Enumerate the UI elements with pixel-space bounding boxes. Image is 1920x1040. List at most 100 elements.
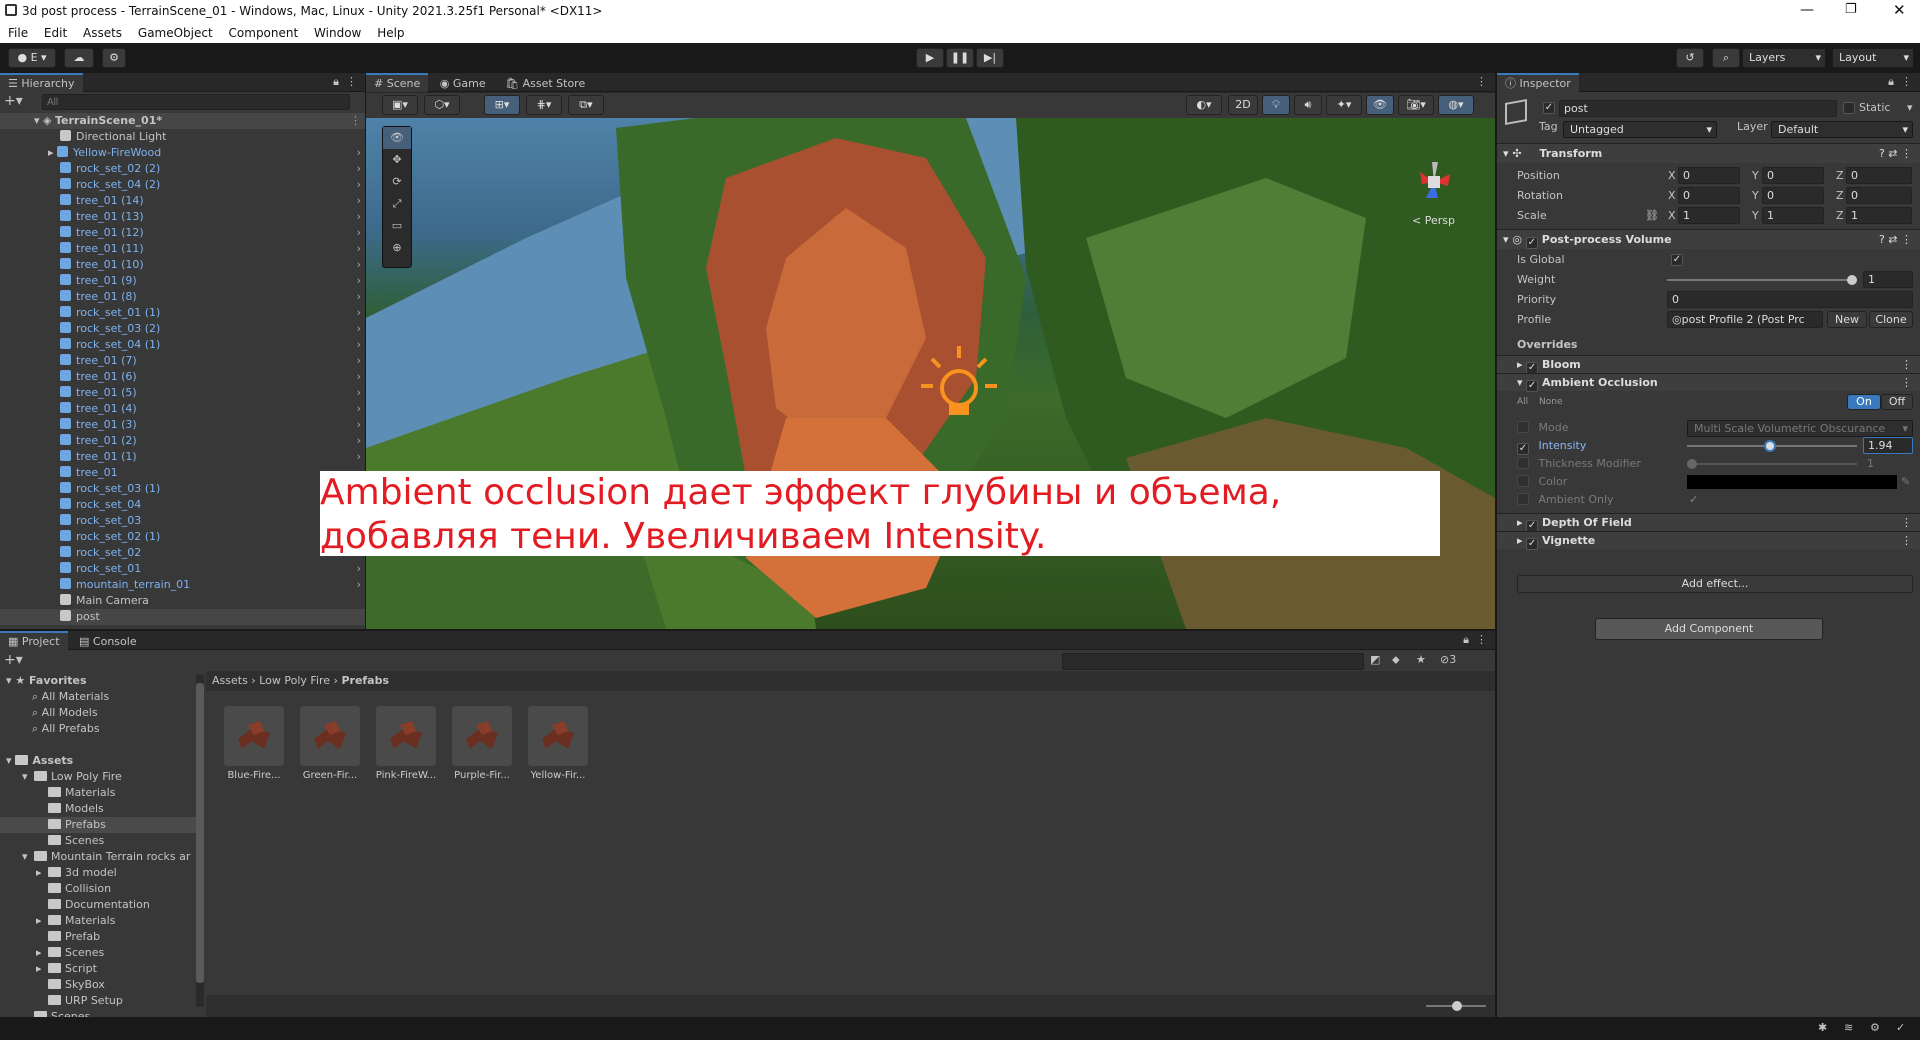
create-button[interactable]: +▾ [4, 93, 23, 109]
open-prefab-icon[interactable]: › [357, 241, 361, 257]
folder-tree-scrollbar[interactable] [196, 675, 204, 1007]
thickness-override-checkbox[interactable] [1517, 457, 1529, 469]
hierarchy-item[interactable]: rock_set_04 (1) › [0, 337, 365, 353]
close-icon[interactable]: ✕ [1893, 1, 1906, 19]
tab-project[interactable]: ▦ Project [0, 631, 68, 650]
view-tool-icon[interactable]: 👁︎ [383, 127, 411, 149]
folder-item[interactable]: Collision [0, 881, 196, 897]
folder-item[interactable]: SkyBox [0, 977, 196, 993]
grid-icon[interactable]: ⋕▾ [526, 95, 562, 115]
open-prefab-icon[interactable]: › [357, 385, 361, 401]
asset-tile[interactable]: Purple-Fir... [450, 706, 514, 781]
orientation-gizmo-icon[interactable] [1406, 154, 1462, 210]
menu-window[interactable]: Window [314, 26, 361, 40]
hierarchy-item[interactable]: tree_01 (14) › [0, 193, 365, 209]
visibility-icon[interactable]: 👁︎ [1366, 95, 1394, 115]
intensity-slider-handle[interactable] [1764, 440, 1777, 452]
rect-tool-icon[interactable]: ▭ [383, 215, 411, 237]
ao-on-button[interactable]: On [1847, 394, 1881, 410]
search-by-label-icon[interactable]: ⬥ [1392, 653, 1400, 667]
thickness-value[interactable]: 1 [1867, 455, 1874, 473]
ao-off-button[interactable]: Off [1881, 394, 1913, 410]
layout-dropdown[interactable]: Layout ▾ [1832, 48, 1914, 68]
favorites-row[interactable]: ▾ ★ Favorites [0, 673, 196, 689]
intensity-field[interactable]: 1.94 [1863, 437, 1913, 454]
hierarchy-item[interactable]: ▸ Yellow-FireWood › [0, 145, 365, 161]
hierarchy-item[interactable]: rock_set_02 (2) › [0, 161, 365, 177]
fav-all-models[interactable]: ⌕ All Models [0, 705, 196, 721]
open-prefab-icon[interactable]: › [357, 225, 361, 241]
project-search-input[interactable] [1062, 653, 1364, 670]
ppv-header[interactable]: ▾ ◎ ✓ Post-process Volume ? ⇄ ⋮ [1497, 229, 1920, 249]
open-prefab-icon[interactable]: › [357, 289, 361, 305]
account-button[interactable]: ● E ▾ [8, 48, 56, 68]
mode-override-checkbox[interactable] [1517, 421, 1529, 433]
hierarchy-item[interactable]: tree_01 (4) › [0, 401, 365, 417]
folder-item[interactable]: ▸ 3d model [0, 865, 196, 881]
menu-file[interactable]: File [8, 26, 28, 40]
favorite-star-icon[interactable]: ★ [1416, 653, 1426, 666]
weight-slider[interactable] [1667, 279, 1857, 281]
open-prefab-icon[interactable]: › [357, 449, 361, 465]
bloom-header[interactable]: ▸ ✓ Bloom ⋮ [1497, 355, 1920, 374]
transform-header[interactable]: ▾ ✣ Transform ? ⇄ ⋮ [1497, 143, 1920, 163]
folder-item[interactable]: ▸ Script [0, 961, 196, 977]
hierarchy-search-input[interactable] [42, 94, 350, 110]
hierarchy-item[interactable]: tree_01› [0, 465, 365, 481]
open-prefab-icon[interactable]: › [357, 417, 361, 433]
search-icon[interactable]: ⌕ [1712, 48, 1740, 68]
zoom-slider-handle[interactable] [1452, 1001, 1462, 1011]
stack-icon[interactable]: ≋ [1844, 1021, 1853, 1034]
menu-assets[interactable]: Assets [83, 26, 122, 40]
active-checkbox[interactable]: ✓ [1543, 102, 1555, 114]
more-icon[interactable]: ⋮ [346, 75, 357, 88]
open-prefab-icon[interactable]: › [357, 257, 361, 273]
open-prefab-icon[interactable]: › [357, 337, 361, 353]
lock-icon[interactable]: 🔒︎ [333, 75, 339, 89]
assets-row[interactable]: ▾ Assets [0, 753, 196, 769]
hierarchy-item[interactable]: rock_set_04› [0, 497, 365, 513]
menu-help[interactable]: Help [377, 26, 404, 40]
hierarchy-item[interactable]: rock_set_02 (1)› [0, 529, 365, 545]
profile-new-button[interactable]: New [1827, 311, 1867, 328]
minimize-icon[interactable]: — [1800, 2, 1814, 18]
inspector-more-icon[interactable]: ⋮ [1901, 75, 1912, 88]
audio-icon[interactable]: 🔊︎ [1294, 95, 1322, 115]
breadcrumb-low-poly-fire[interactable]: Low Poly Fire [259, 674, 330, 687]
open-prefab-icon[interactable]: › [357, 561, 361, 577]
menu-edit[interactable]: Edit [44, 26, 67, 40]
increment-snap-icon[interactable]: ⧉▾ [568, 95, 604, 115]
hierarchy-item[interactable]: tree_01 (10) › [0, 257, 365, 273]
object-name-field[interactable]: post [1559, 100, 1837, 117]
open-prefab-icon[interactable]: › [357, 353, 361, 369]
breadcrumb-assets[interactable]: Assets [212, 674, 248, 687]
folder-item[interactable]: Prefabs [0, 817, 196, 833]
hierarchy-item[interactable]: post [0, 609, 365, 625]
color-override-checkbox[interactable] [1517, 475, 1529, 487]
hierarchy-item[interactable]: tree_01 (3) › [0, 417, 365, 433]
position-z[interactable]: 0 [1846, 167, 1912, 184]
asset-tile[interactable]: Pink-FireW... [374, 706, 438, 781]
tab-asset-store[interactable]: 🛍︎ Asset Store [497, 75, 593, 94]
tab-hierarchy[interactable]: ☰ Hierarchy [0, 73, 83, 92]
position-y[interactable]: 0 [1762, 167, 1824, 184]
profile-field[interactable]: ◎post Profile 2 (Post Prc [1667, 311, 1823, 328]
scene-row[interactable]: ▾ ◈ TerrainScene_01* ⋮ [0, 113, 365, 129]
maximize-icon[interactable]: ❐ [1845, 2, 1857, 17]
tab-console[interactable]: ▤ Console [71, 633, 145, 652]
tag-dropdown[interactable]: Untagged ▾ [1563, 121, 1717, 138]
shading-icon[interactable]: ⬡▾ [424, 95, 460, 115]
static-checkbox[interactable] [1843, 102, 1855, 114]
intensity-override-checkbox[interactable]: ✓ [1517, 443, 1529, 455]
grid-snap-icon[interactable]: ⊞▾ [484, 95, 520, 115]
hierarchy-item[interactable]: rock_set_02› [0, 545, 365, 561]
hierarchy-item[interactable]: tree_01 (11) › [0, 241, 365, 257]
layer-dropdown[interactable]: Default ▾ [1771, 121, 1913, 138]
is-global-checkbox[interactable]: ✓ [1671, 254, 1683, 266]
lighting-icon[interactable]: 💡︎ [1262, 95, 1290, 115]
open-prefab-icon[interactable]: › [357, 401, 361, 417]
folder-item[interactable]: ▾ Low Poly Fire [0, 769, 196, 785]
hierarchy-item[interactable]: rock_set_01 › [0, 561, 365, 577]
ambient-only-checkbox[interactable]: ✓ [1689, 491, 1698, 509]
hierarchy-item[interactable]: tree_01 (13) › [0, 209, 365, 225]
